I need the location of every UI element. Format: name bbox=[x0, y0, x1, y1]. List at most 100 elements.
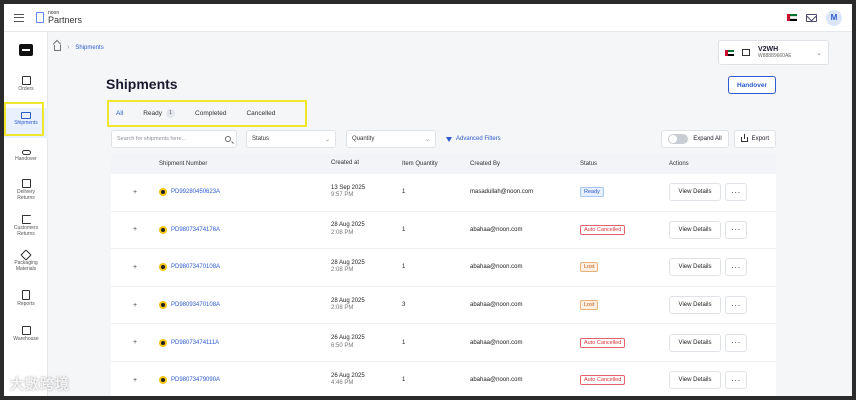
avatar[interactable]: M bbox=[826, 9, 842, 26]
sidebar-item-shipments[interactable]: Shipments bbox=[4, 108, 48, 138]
shipment-number-link[interactable]: PD98073474176A bbox=[171, 227, 220, 233]
shipment-status-icon bbox=[159, 301, 167, 310]
status-badge: Lost bbox=[580, 300, 599, 311]
shipment-status-icon bbox=[159, 188, 167, 197]
shipment-number-link[interactable]: PD98073470108A bbox=[171, 264, 220, 270]
handover-icon bbox=[21, 150, 31, 155]
quantity-select[interactable]: Quantity ⌄ bbox=[346, 130, 436, 148]
created-by: abahaa@noon.com bbox=[470, 264, 523, 271]
search-box[interactable] bbox=[111, 130, 237, 148]
item-quantity: 1 bbox=[402, 339, 406, 346]
expand-row-button[interactable]: + bbox=[111, 264, 159, 271]
sidebar-item-label: Handover bbox=[15, 156, 37, 162]
breadcrumb-current[interactable]: Shipments bbox=[75, 45, 103, 51]
view-details-button[interactable]: View Details bbox=[669, 183, 721, 202]
tab-ready[interactable]: Ready 1 bbox=[133, 102, 185, 124]
sidebar-item-label: Delivery Returns bbox=[16, 189, 36, 201]
sidebar-item-delivery-returns[interactable]: Delivery Returns bbox=[4, 179, 48, 207]
expand-row-button[interactable]: + bbox=[111, 226, 159, 233]
mail-icon[interactable] bbox=[806, 13, 817, 22]
more-actions-button[interactable]: ··· bbox=[725, 183, 747, 202]
chevron-down-icon: ⌄ bbox=[324, 136, 330, 143]
column-header-qty: Item Quantity bbox=[402, 161, 438, 167]
sidebar-item-label: Reports bbox=[17, 301, 35, 307]
noon-partners-logo-icon bbox=[36, 12, 44, 23]
item-quantity: 1 bbox=[402, 264, 406, 271]
view-details-button[interactable]: View Details bbox=[669, 220, 721, 239]
warehouse-selector[interactable]: V2WH W88889660AE ⌄ bbox=[718, 40, 829, 65]
app-logo-icon[interactable] bbox=[18, 44, 33, 56]
brand-logo[interactable]: noon Partners bbox=[36, 10, 82, 25]
sidebar-item-packaging-materials[interactable]: Packaging Materials bbox=[4, 249, 48, 281]
table-row: + PD98093470108A 28 Aug 2025 2:08 PM 3 a… bbox=[111, 286, 776, 325]
expand-row-button[interactable]: + bbox=[111, 302, 159, 309]
watermark: 大數跨境 bbox=[10, 376, 70, 392]
status-select[interactable]: Status ⌄ bbox=[246, 130, 336, 148]
column-header-number: Shipment Number bbox=[159, 161, 208, 167]
uae-flag-icon[interactable] bbox=[787, 14, 797, 22]
tab-completed[interactable]: Completed bbox=[185, 102, 236, 124]
shipment-status-icon bbox=[159, 225, 167, 234]
expand-row-button[interactable]: + bbox=[111, 339, 159, 346]
shipment-number-link[interactable]: PD98073479090A bbox=[171, 377, 220, 383]
shipment-number-link[interactable]: PD98093470108A bbox=[171, 302, 220, 308]
filter-bar: Status ⌄ Quantity ⌄ Advanced Filters Exp… bbox=[106, 128, 776, 150]
toggle-switch[interactable] bbox=[668, 134, 689, 144]
advanced-filters-label: Advanced Filters bbox=[456, 136, 501, 142]
more-actions-button[interactable]: ··· bbox=[725, 220, 747, 239]
item-quantity: 3 bbox=[402, 302, 406, 309]
home-icon[interactable] bbox=[54, 44, 61, 51]
tab-all[interactable]: All bbox=[106, 102, 133, 124]
view-details-button[interactable]: View Details bbox=[669, 258, 721, 277]
created-date: 28 Aug 2025 bbox=[331, 222, 365, 229]
tab-cancelled[interactable]: Cancelled bbox=[236, 102, 285, 124]
sidebar-item-label: Shipments bbox=[14, 120, 38, 126]
created-time: 6:50 PM bbox=[331, 342, 354, 349]
uae-flag-icon bbox=[725, 49, 734, 56]
sidebar-item-customer-returns[interactable]: Customers Returns bbox=[4, 215, 48, 243]
item-quantity: 1 bbox=[402, 226, 406, 233]
view-details-button[interactable]: View Details bbox=[669, 371, 721, 390]
table-header: Shipment Number Created at Item Quantity… bbox=[111, 154, 776, 174]
expand-row-button[interactable]: + bbox=[111, 189, 159, 196]
advanced-filters-link[interactable]: Advanced Filters bbox=[446, 136, 501, 142]
tab-label: Cancelled bbox=[246, 109, 276, 117]
created-time: 2:08 PM bbox=[331, 305, 354, 312]
menu-icon[interactable] bbox=[14, 13, 24, 22]
search-icon[interactable] bbox=[225, 136, 231, 142]
sidebar-item-warehouse[interactable]: Warehouse bbox=[4, 326, 48, 348]
shipment-status-icon bbox=[159, 338, 167, 347]
report-icon bbox=[22, 290, 30, 300]
created-time: 4:46 PM bbox=[331, 380, 354, 387]
chevron-down-icon: ⌄ bbox=[424, 136, 430, 143]
sidebar-item-orders[interactable]: Orders bbox=[4, 76, 48, 100]
table-body: + PD99280450623A 13 Sep 2025 9:57 PM 1 m… bbox=[111, 174, 776, 396]
handover-button[interactable]: Handover bbox=[728, 76, 776, 94]
more-actions-button[interactable]: ··· bbox=[725, 333, 747, 352]
package-icon bbox=[20, 249, 32, 261]
status-badge: Lost bbox=[580, 262, 599, 273]
expand-all-toggle[interactable]: Expand All bbox=[661, 130, 729, 148]
created-time: 9:57 PM bbox=[331, 192, 354, 199]
view-details-button[interactable]: View Details bbox=[669, 296, 721, 315]
status-badge: Auto Cancelled bbox=[580, 224, 626, 235]
column-header-created-by: Created By bbox=[470, 161, 501, 167]
tab-label: Completed bbox=[195, 109, 227, 117]
status-badge: Auto Cancelled bbox=[580, 337, 626, 348]
search-input[interactable] bbox=[117, 136, 225, 142]
view-details-button[interactable]: View Details bbox=[669, 333, 721, 352]
sidebar-item-handover[interactable]: Handover bbox=[4, 150, 48, 170]
created-time: 2:08 PM bbox=[331, 229, 354, 236]
shipment-number-link[interactable]: PD98073474111A bbox=[171, 340, 219, 346]
expand-row-button[interactable]: + bbox=[111, 377, 159, 384]
sidebar-item-reports[interactable]: Reports bbox=[4, 290, 48, 312]
more-actions-button[interactable]: ··· bbox=[725, 258, 747, 277]
tab-label: Ready bbox=[143, 109, 163, 117]
shipment-number-link[interactable]: PD99280450623A bbox=[171, 189, 220, 195]
more-actions-button[interactable]: ··· bbox=[725, 296, 747, 315]
export-button[interactable]: Export bbox=[733, 130, 776, 148]
more-actions-button[interactable]: ··· bbox=[725, 371, 747, 390]
expand-all-label: Expand All bbox=[693, 136, 722, 142]
table-row: + PD98073474111A 26 Aug 2025 6:50 PM 1 a… bbox=[111, 324, 776, 362]
shipment-status-icon bbox=[159, 263, 167, 272]
